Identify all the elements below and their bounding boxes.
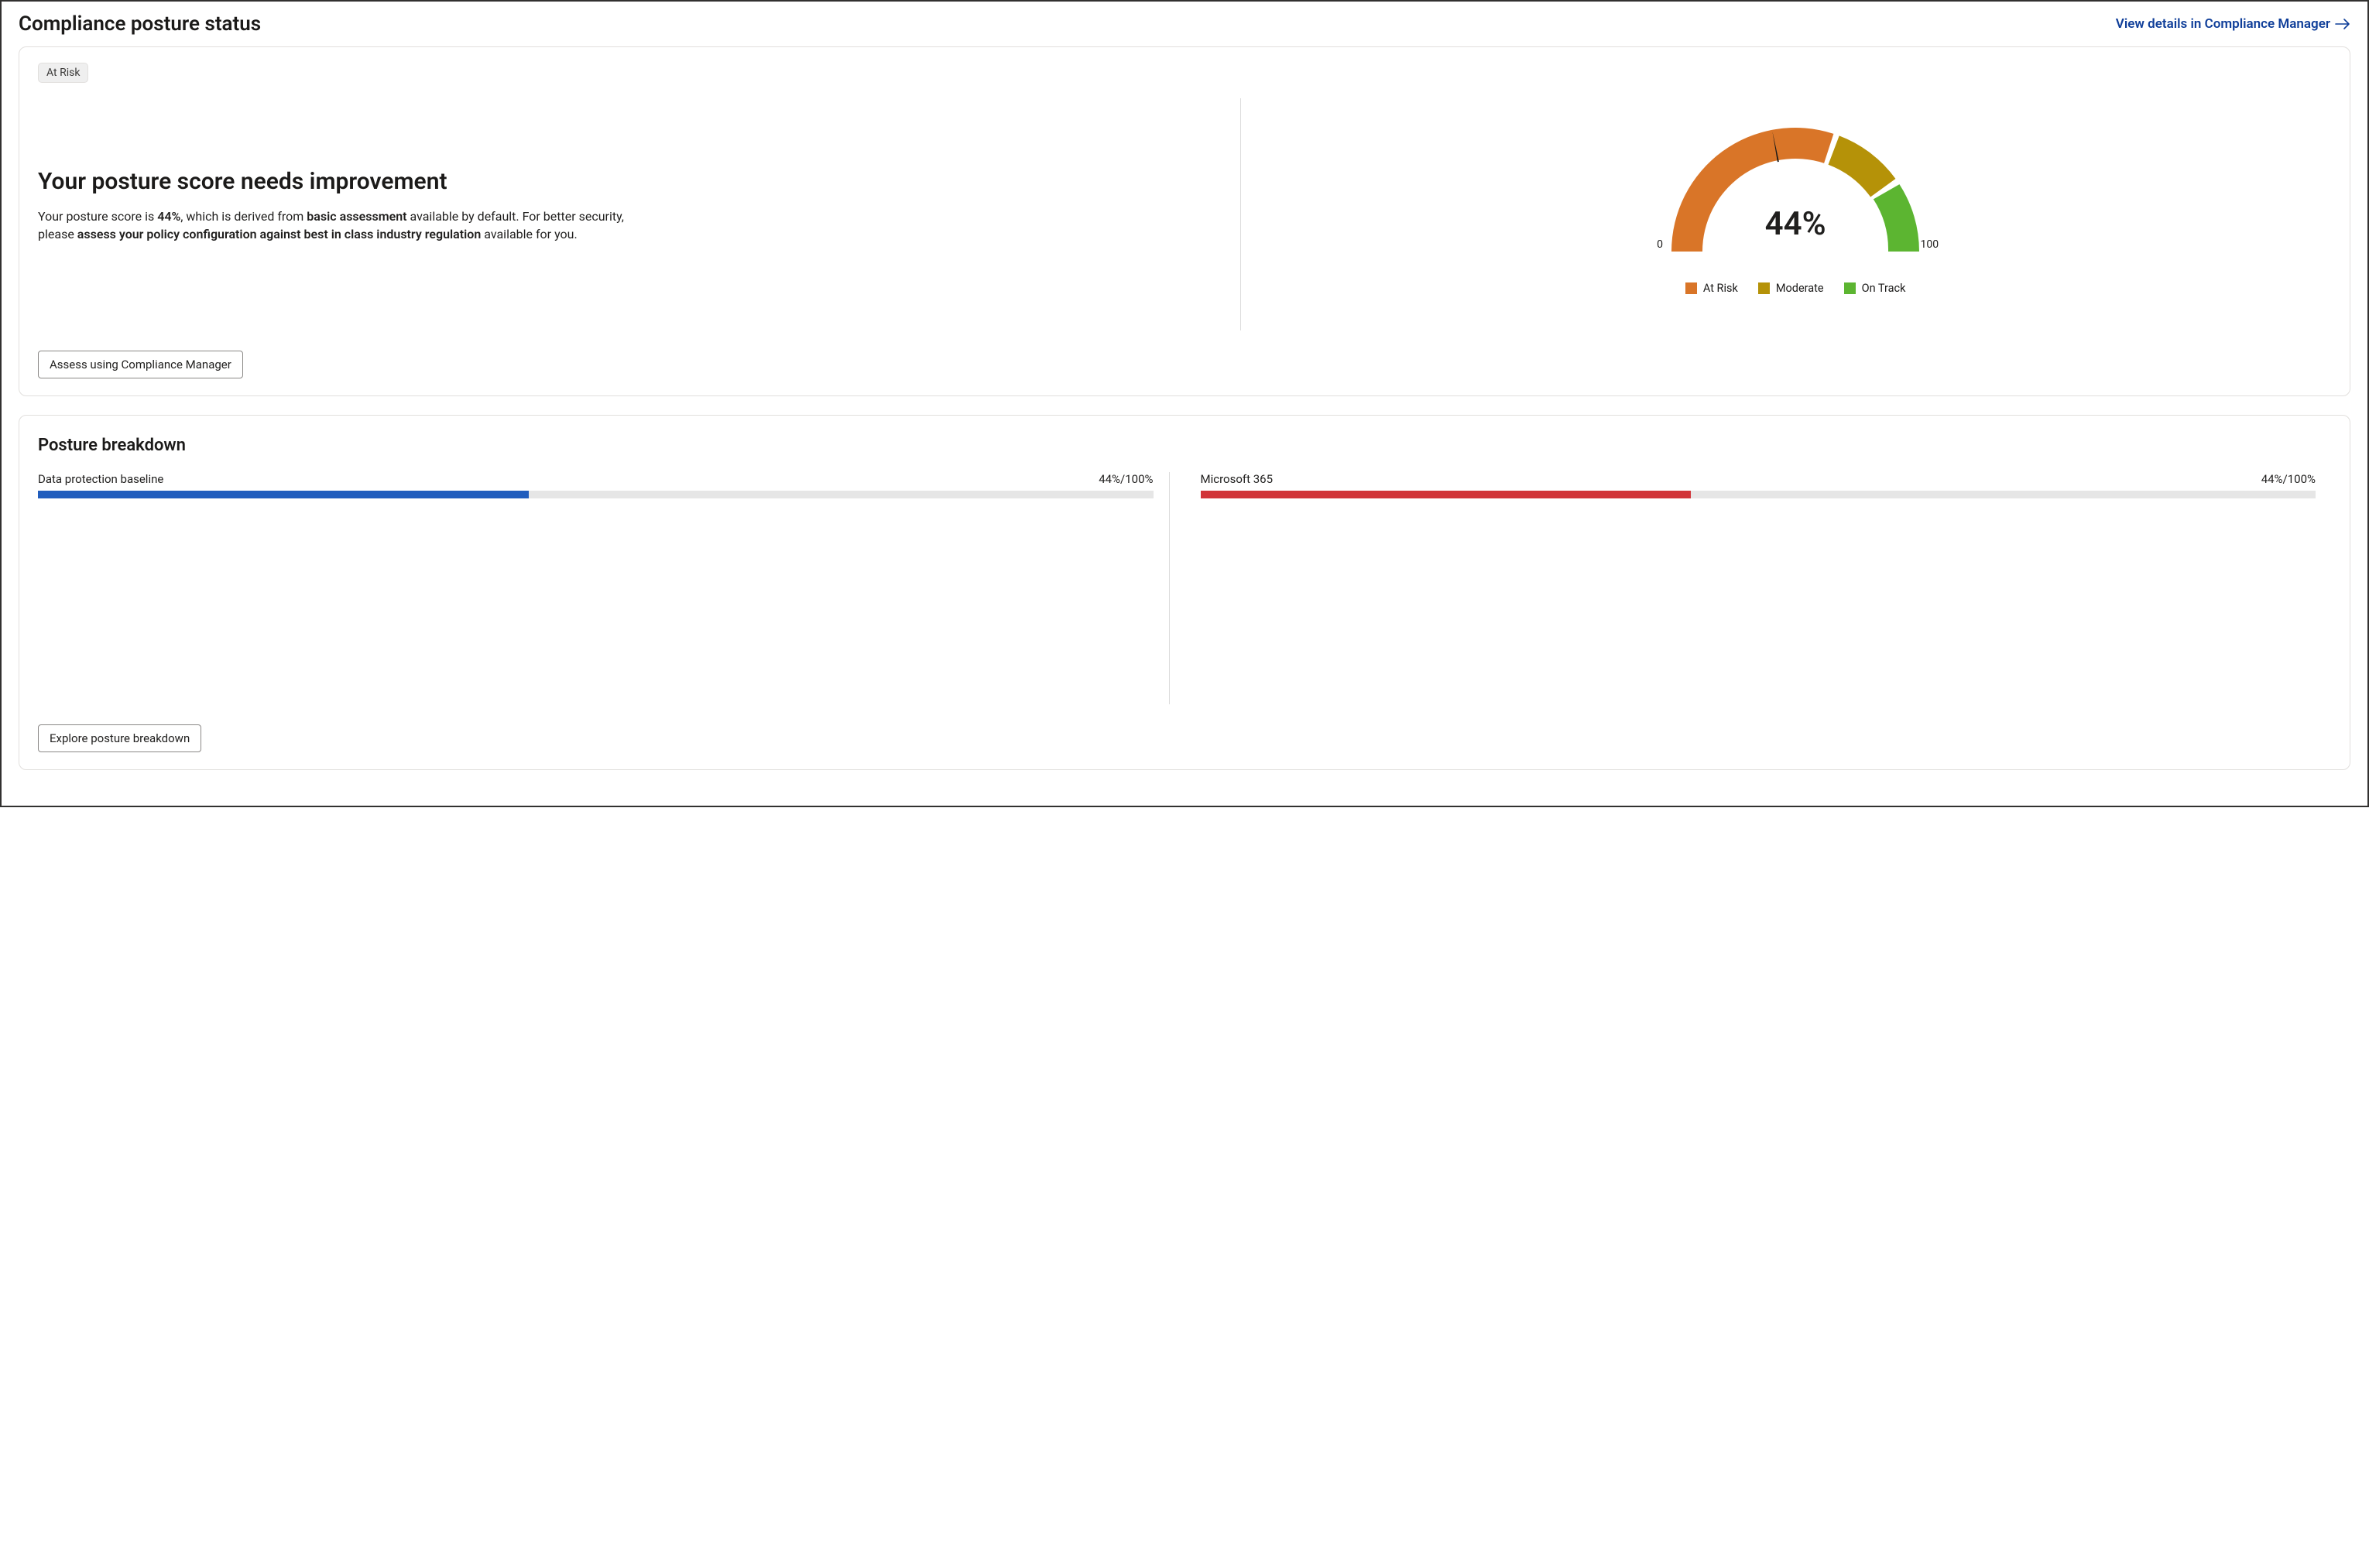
- breakdown-value: 44%/100%: [1099, 472, 1153, 486]
- gauge-legend: At Risk Moderate On Track: [1685, 282, 1906, 295]
- breakdown-value: 44%/100%: [2261, 472, 2316, 486]
- legend-item-on-track: On Track: [1844, 282, 1906, 295]
- posture-row: Your posture score needs improvement You…: [38, 98, 2331, 330]
- swatch-icon: [1685, 282, 1697, 294]
- breakdown-grid: Data protection baseline 44%/100% Micros…: [38, 472, 2331, 704]
- page-root: Compliance posture status View details i…: [0, 0, 2369, 807]
- breakdown-item: Microsoft 365 44%/100%: [1201, 472, 2332, 704]
- legend-label: Moderate: [1776, 282, 1824, 295]
- swatch-icon: [1758, 282, 1770, 294]
- desc-bold: basic assessment: [307, 209, 406, 224]
- legend-label: On Track: [1862, 282, 1906, 295]
- desc-text: , which is derived from: [180, 209, 307, 224]
- gauge-value: 44%: [1652, 205, 1939, 243]
- arrow-right-icon: [2335, 18, 2350, 30]
- breakdown-title: Posture breakdown: [38, 436, 2331, 455]
- desc-score: 44%: [157, 209, 180, 224]
- breakdown-label-row: Data protection baseline 44%/100%: [38, 472, 1154, 486]
- gauge-min-label: 0: [1657, 238, 1663, 251]
- view-details-label: View details in Compliance Manager: [2116, 16, 2330, 32]
- desc-text: Your posture score is: [38, 209, 157, 224]
- posture-score-card: At Risk Your posture score needs improve…: [19, 46, 2350, 396]
- gauge-max-label: 100: [1921, 238, 1939, 251]
- legend-label: At Risk: [1703, 282, 1738, 295]
- desc-text: available for you.: [481, 227, 577, 241]
- swatch-icon: [1844, 282, 1856, 294]
- posture-text-pane: Your posture score needs improvement You…: [38, 98, 1241, 330]
- breakdown-name: Data protection baseline: [38, 472, 163, 486]
- explore-breakdown-button[interactable]: Explore posture breakdown: [38, 724, 201, 752]
- legend-item-moderate: Moderate: [1758, 282, 1824, 295]
- progress-bar: [1201, 491, 2316, 498]
- page-title: Compliance posture status: [19, 12, 261, 36]
- progress-fill: [1201, 491, 1692, 498]
- breakdown-label-row: Microsoft 365 44%/100%: [1201, 472, 2316, 486]
- gauge-chart: 44% 0 100: [1652, 112, 1939, 271]
- posture-description: Your posture score is 44%, which is deri…: [38, 207, 626, 243]
- progress-fill: [38, 491, 529, 498]
- status-badge: At Risk: [38, 63, 88, 83]
- posture-breakdown-card: Posture breakdown Data protection baseli…: [19, 415, 2350, 770]
- breakdown-item: Data protection baseline 44%/100%: [38, 472, 1170, 704]
- assess-button[interactable]: Assess using Compliance Manager: [38, 351, 243, 378]
- posture-heading: Your posture score needs improvement: [38, 168, 1222, 195]
- legend-item-at-risk: At Risk: [1685, 282, 1738, 295]
- progress-bar: [38, 491, 1154, 498]
- page-header: Compliance posture status View details i…: [19, 12, 2350, 36]
- posture-gauge-pane: 44% 0 100 At Risk Moderate On Tr: [1260, 98, 2331, 330]
- desc-bold: assess your policy configuration against…: [77, 227, 482, 241]
- breakdown-name: Microsoft 365: [1201, 472, 1274, 486]
- view-details-link[interactable]: View details in Compliance Manager: [2116, 16, 2350, 32]
